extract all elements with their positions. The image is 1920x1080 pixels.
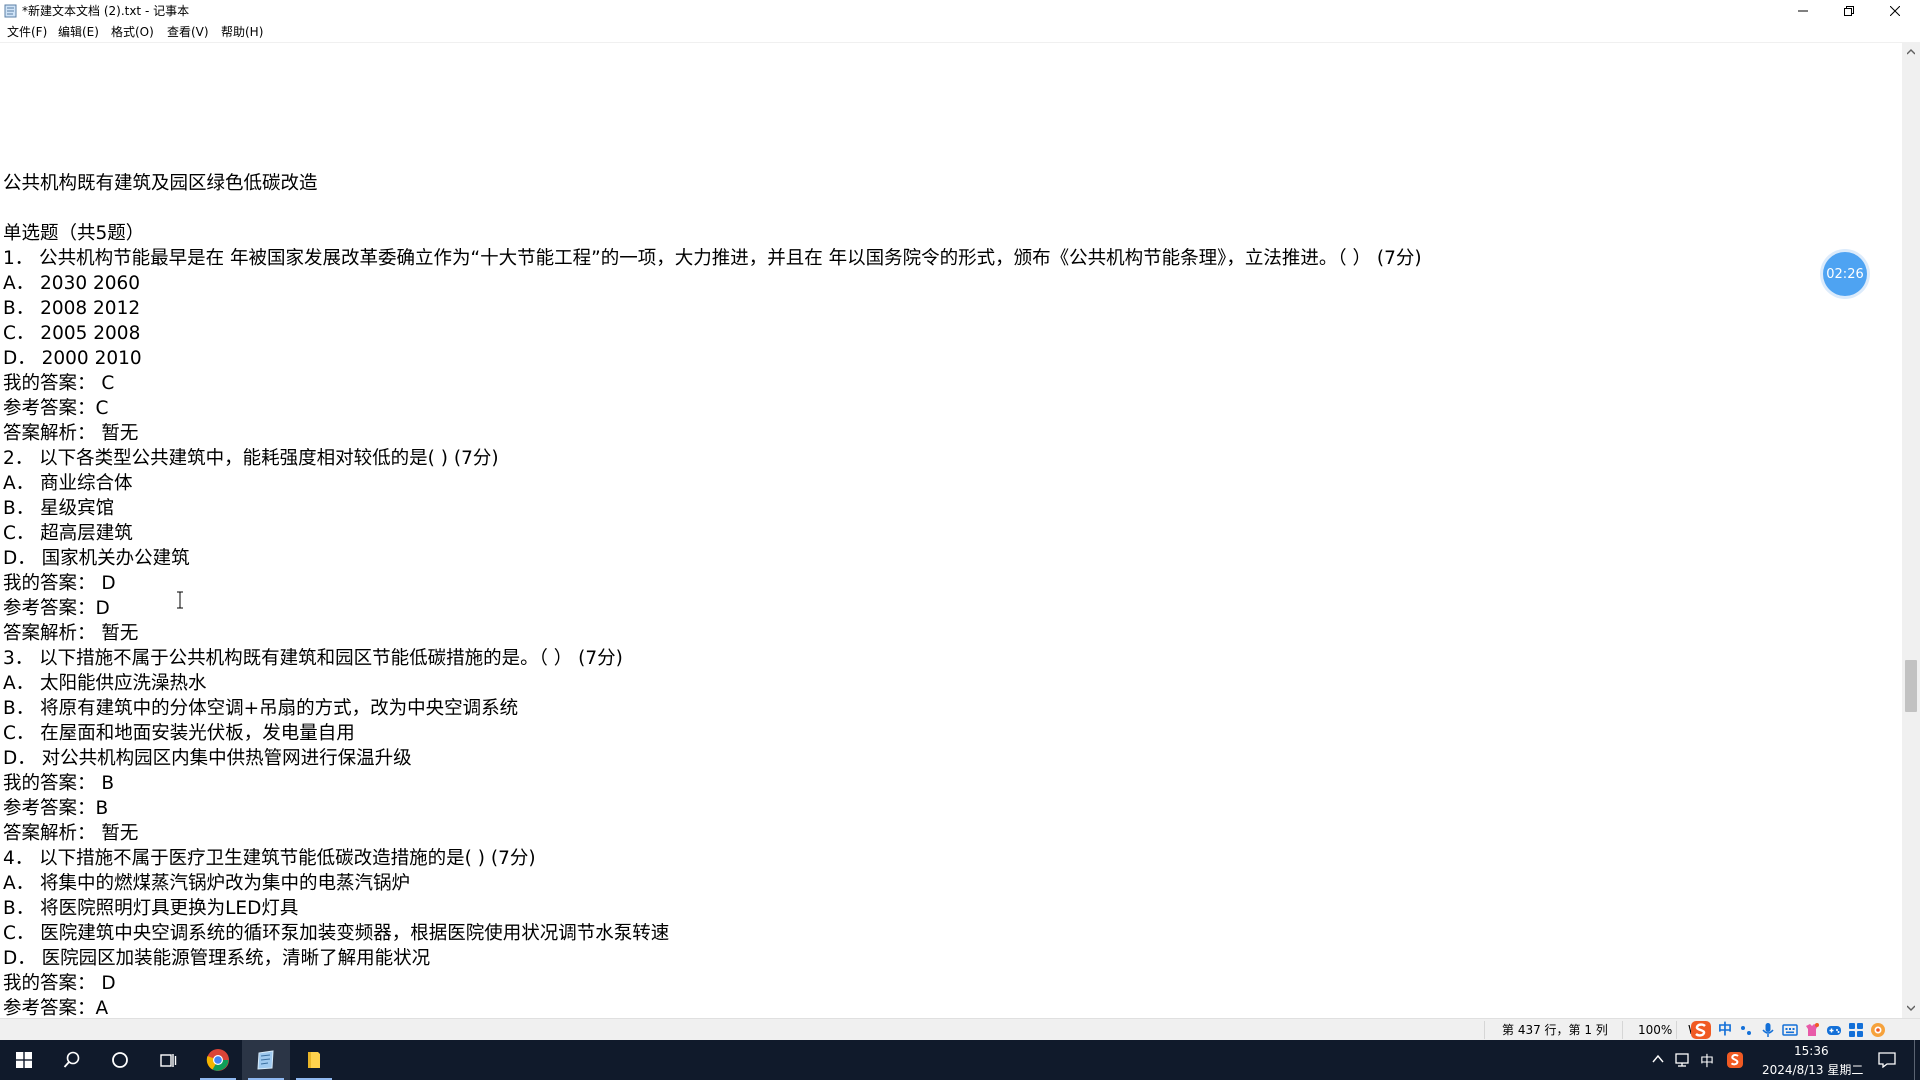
document-text[interactable]: 公共机构既有建筑及园区绿色低碳改造 单选题（共5题） 1． 公共机构节能最早是在… xyxy=(3,171,1422,1019)
search-icon xyxy=(63,1051,80,1068)
window-title: *新建文本文档 (2).txt - 记事本 xyxy=(22,4,190,18)
chrome-taskbar-button[interactable] xyxy=(194,1040,242,1080)
q3-reference-answer: 参考答案：B xyxy=(3,798,109,819)
q2-my-answer: 我的答案： D xyxy=(3,573,116,594)
restore-button[interactable] xyxy=(1826,0,1872,22)
network-icon[interactable] xyxy=(1674,1052,1692,1068)
q4-option-d: D． 医院园区加装能源管理系统，清晰了解用能状况 xyxy=(3,948,431,969)
q4-my-answer: 我的答案： D xyxy=(3,973,116,994)
taskbar: 中 15:36 2024/8/13 星期二 xyxy=(0,1040,1920,1080)
sogou-logo-icon[interactable] xyxy=(1690,1020,1712,1040)
ime-assistant-icon[interactable] xyxy=(1870,1022,1886,1038)
notepad-taskbar-button[interactable] xyxy=(242,1040,290,1080)
close-icon xyxy=(1890,6,1900,16)
q3-option-c: C． 在屋面和地面安装光伏板，发电量自用 xyxy=(3,723,355,744)
q4-option-a: A． 将集中的燃煤蒸汽锅炉改为集中的电蒸汽锅炉 xyxy=(3,873,411,894)
notepad-icon xyxy=(257,1050,274,1070)
cursor-position: 第 437 行，第 1 列 xyxy=(1502,1023,1608,1037)
q2-option-a: A． 商业综合体 xyxy=(3,473,133,494)
chevron-down-icon xyxy=(1907,1005,1915,1011)
tray-clock-date[interactable]: 2024/8/13 星期二 xyxy=(1762,1061,1863,1078)
menu-edit[interactable]: 编辑(E) xyxy=(58,24,99,40)
status-bar: 第 437 行，第 1 列 100% W 中 xyxy=(0,1018,1920,1041)
q2-option-c: C． 超高层建筑 xyxy=(3,523,133,544)
q4-option-c: C． 医院建筑中央空调系统的循环泵加装变频器，根据医院使用状况调节水泵转速 xyxy=(3,923,670,944)
punctuation-icon[interactable] xyxy=(1738,1022,1754,1038)
menu-file[interactable]: 文件(F) xyxy=(7,24,47,40)
folder-icon xyxy=(308,1052,320,1068)
keyboard-icon[interactable] xyxy=(1782,1022,1798,1038)
scroll-thumb[interactable] xyxy=(1905,660,1917,712)
toolbox-grid-icon[interactable] xyxy=(1848,1022,1864,1038)
menu-bar: 文件(F) 编辑(E) 格式(O) 查看(V) 帮助(H) xyxy=(0,22,1920,42)
question-3: 3． 以下措施不属于公共机构既有建筑和园区节能低碳措施的是。（ ） (7分) xyxy=(3,648,623,669)
skin-shirt-icon[interactable] xyxy=(1804,1022,1820,1038)
cortana-button[interactable] xyxy=(96,1040,144,1080)
question-4: 4． 以下措施不属于医疗卫生建筑节能低碳改造措施的是( ) (7分) xyxy=(3,848,536,869)
scroll-up-button[interactable] xyxy=(1902,44,1920,60)
q1-analysis: 答案解析： 暂无 xyxy=(3,423,139,444)
q3-analysis: 答案解析： 暂无 xyxy=(3,823,139,844)
show-desktop-button[interactable] xyxy=(1914,1040,1915,1080)
q2-analysis: 答案解析： 暂无 xyxy=(3,623,139,644)
close-button[interactable] xyxy=(1872,0,1918,22)
q1-option-a: A． 2030 2060 xyxy=(3,273,141,294)
sogou-tray-icon[interactable] xyxy=(1726,1051,1744,1069)
floating-timer[interactable]: 02:26 xyxy=(1823,252,1867,296)
scroll-down-button[interactable] xyxy=(1902,1000,1920,1016)
q1-reference-answer: 参考答案：C xyxy=(3,398,109,419)
game-controller-icon[interactable] xyxy=(1826,1022,1842,1038)
q3-option-b: B． 将原有建筑中的分体空调+吊扇的方式，改为中央空调系统 xyxy=(3,698,519,719)
chrome-icon xyxy=(206,1049,229,1071)
cortana-circle-icon xyxy=(112,1052,128,1068)
menu-help[interactable]: 帮助(H) xyxy=(221,24,263,40)
q3-my-answer: 我的答案： B xyxy=(3,773,115,794)
q4-reference-answer: 参考答案：A xyxy=(3,998,109,1019)
q3-option-d: D． 对公共机构园区内集中供热管网进行保温升级 xyxy=(3,748,412,769)
text-cursor-icon xyxy=(177,591,183,609)
question-2: 2． 以下各类型公共建筑中，能耗强度相对较低的是( ) (7分) xyxy=(3,448,499,469)
chevron-up-icon xyxy=(1907,49,1915,55)
title-bar: *新建文本文档 (2).txt - 记事本 xyxy=(0,0,1920,22)
q2-option-b: B． 星级宾馆 xyxy=(3,498,115,519)
q1-option-c: C． 2005 2008 xyxy=(3,323,141,344)
vertical-scrollbar[interactable] xyxy=(1902,42,1920,1018)
q2-reference-answer: 参考答案：D xyxy=(3,598,110,619)
q1-my-answer: 我的答案： C xyxy=(3,373,115,394)
q1-option-d: D． 2000 2010 xyxy=(3,348,142,369)
question-1: 1． 公共机构节能最早是在 年被国家发展改革委确立作为“十大节能工程”的一项，大… xyxy=(3,248,1422,269)
chevron-up-icon[interactable] xyxy=(1652,1054,1664,1064)
status-divider xyxy=(1484,1021,1485,1039)
q1-option-b: B． 2008 2012 xyxy=(3,298,141,319)
doc-title: 公共机构既有建筑及园区绿色低碳改造 xyxy=(3,173,318,194)
q2-option-d: D． 国家机关办公建筑 xyxy=(3,548,190,569)
menu-view[interactable]: 查看(V) xyxy=(167,24,209,40)
start-button[interactable] xyxy=(0,1040,48,1080)
notepad-icon xyxy=(4,4,17,18)
microphone-icon[interactable] xyxy=(1760,1022,1776,1038)
status-divider xyxy=(1676,1021,1677,1039)
ime-chinese-mode[interactable]: 中 xyxy=(1718,1021,1732,1039)
section-heading: 单选题（共5题） xyxy=(3,223,145,244)
status-divider xyxy=(1622,1021,1623,1039)
search-button[interactable] xyxy=(48,1040,96,1080)
task-view-icon xyxy=(160,1054,177,1067)
file-explorer-taskbar-button[interactable] xyxy=(290,1040,338,1080)
task-view-button[interactable] xyxy=(144,1040,192,1080)
zoom-level: 100% xyxy=(1638,1023,1673,1037)
q4-option-b: B． 将医院照明灯具更换为LED灯具 xyxy=(3,898,299,919)
q3-option-a: A． 太阳能供应洗澡热水 xyxy=(3,673,207,694)
minimize-button[interactable] xyxy=(1780,0,1826,22)
minimize-icon xyxy=(1798,10,1808,12)
windows-logo-icon xyxy=(16,1052,32,1068)
tray-clock-time[interactable]: 15:36 xyxy=(1794,1044,1829,1058)
restore-icon xyxy=(1844,6,1854,16)
menu-format[interactable]: 格式(O) xyxy=(111,24,154,40)
text-editor[interactable]: 公共机构既有建筑及园区绿色低碳改造 单选题（共5题） 1． 公共机构节能最早是在… xyxy=(0,42,1902,1019)
tray-ime-indicator[interactable]: 中 xyxy=(1700,1051,1714,1071)
notification-icon[interactable] xyxy=(1878,1052,1896,1068)
sogou-ime-toolbar: 中 xyxy=(1690,1019,1886,1041)
